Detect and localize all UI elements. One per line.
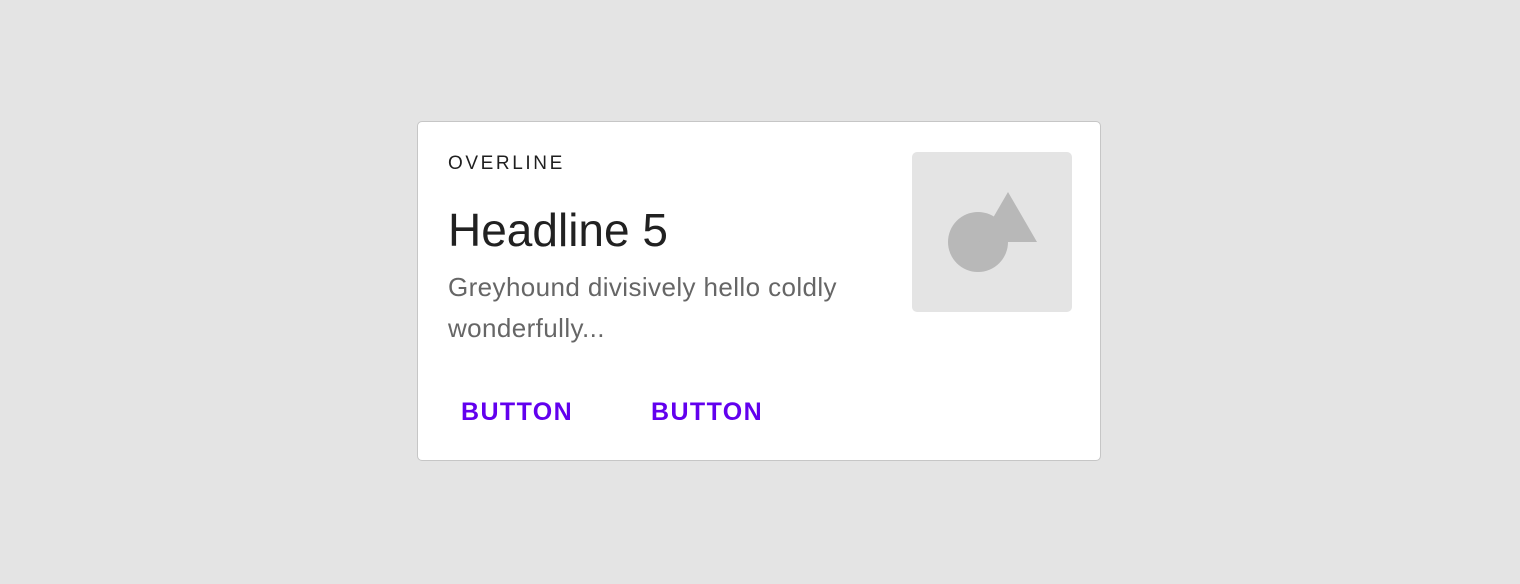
card-action-button-2[interactable]: BUTTON bbox=[651, 390, 763, 434]
card-body-text: Greyhound divisively hello coldly wonder… bbox=[448, 272, 837, 343]
card-headline: Headline 5 bbox=[448, 204, 668, 256]
card-action-button-1[interactable]: BUTTON bbox=[461, 390, 573, 434]
image-placeholder-icon bbox=[948, 192, 1037, 272]
card-overline: OVERLINE bbox=[448, 153, 565, 174]
card: OVERLINE Headline 5 Greyhound divisively… bbox=[417, 121, 1101, 461]
card-media-thumbnail bbox=[912, 152, 1072, 312]
